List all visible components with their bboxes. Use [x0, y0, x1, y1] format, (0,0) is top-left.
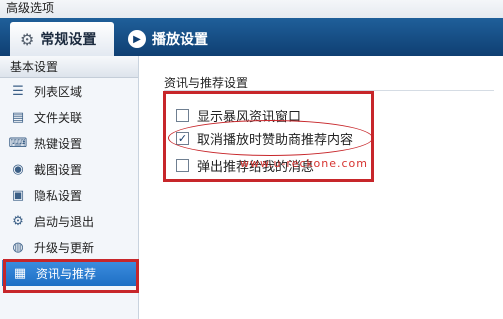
watermark-text: www.u-reckone.com: [240, 157, 368, 170]
lock-icon: ▣: [11, 187, 25, 203]
gear-icon: ⚙: [12, 213, 24, 229]
sidebar-item-file-association[interactable]: ▤ 文件关联: [0, 104, 138, 130]
sidebar-item-upgrade[interactable]: ◍ 升级与更新: [0, 234, 138, 260]
tab-bar: ⚙ 常规设置 ▶ 播放设置: [0, 18, 503, 56]
option-show-news-window[interactable]: 显示暴风资讯窗口: [176, 106, 301, 125]
sidebar-item-label: 热键设置: [34, 136, 83, 151]
gear-icon: ⚙: [20, 29, 35, 49]
sidebar-item-label: 启动与退出: [34, 214, 95, 229]
option-label: 取消播放时赞助商推荐内容: [197, 133, 354, 148]
tab-playback-settings[interactable]: ▶ 播放设置: [120, 22, 224, 56]
sidebar-item-list-area[interactable]: ☰ 列表区域: [0, 78, 138, 104]
sidebar-item-startup-exit[interactable]: ⚙ 启动与退出: [0, 208, 138, 234]
tab-label: 常规设置: [40, 32, 97, 48]
checkbox[interactable]: [176, 159, 189, 172]
sidebar-item-label: 截图设置: [34, 162, 83, 177]
sidebar-item-label: 文件关联: [34, 110, 83, 125]
news-icon: ▦: [13, 265, 27, 281]
checkbox[interactable]: [176, 109, 189, 122]
keyboard-icon: ⌨: [8, 135, 28, 151]
sidebar-item-privacy[interactable]: ▣ 隐私设置: [0, 182, 138, 208]
sidebar-item-label: 隐私设置: [34, 188, 83, 203]
section-divider: [164, 90, 494, 91]
sidebar-item-news-recommend[interactable]: ▦ 资讯与推荐: [2, 260, 136, 286]
sidebar-item-hotkeys[interactable]: ⌨ 热键设置: [0, 130, 138, 156]
checkbox-checked[interactable]: ✓: [176, 132, 189, 145]
sidebar-item-screenshot[interactable]: ◉ 截图设置: [0, 156, 138, 182]
sidebar-item-label: 列表区域: [34, 84, 83, 99]
sidebar-header: 基本设置: [0, 56, 138, 78]
settings-content: 资讯与推荐设置 显示暴风资讯窗口 ✓ 取消播放时赞助商推荐内容 弹出推荐给我的消…: [140, 56, 503, 319]
section-title: 资讯与推荐设置: [164, 76, 249, 90]
option-label: 显示暴风资讯窗口: [197, 110, 302, 125]
tab-general-settings[interactable]: ⚙ 常规设置: [10, 22, 114, 56]
sidebar-item-label: 升级与更新: [34, 240, 95, 255]
globe-icon: ◍: [12, 239, 24, 255]
document-icon: ▤: [11, 109, 25, 125]
camera-icon: ◉: [12, 161, 24, 177]
window-title: 高级选项: [0, 0, 503, 18]
option-cancel-sponsor-content[interactable]: ✓ 取消播放时赞助商推荐内容: [176, 129, 353, 148]
sidebar: 基本设置 ☰ 列表区域 ▤ 文件关联 ⌨ 热键设置 ◉ 截图设置 ▣ 隐私设置 …: [0, 56, 139, 319]
sidebar-item-label: 资讯与推荐: [36, 266, 97, 281]
list-icon: ☰: [12, 83, 24, 99]
tab-label: 播放设置: [152, 32, 208, 48]
play-icon: ▶: [128, 30, 146, 48]
